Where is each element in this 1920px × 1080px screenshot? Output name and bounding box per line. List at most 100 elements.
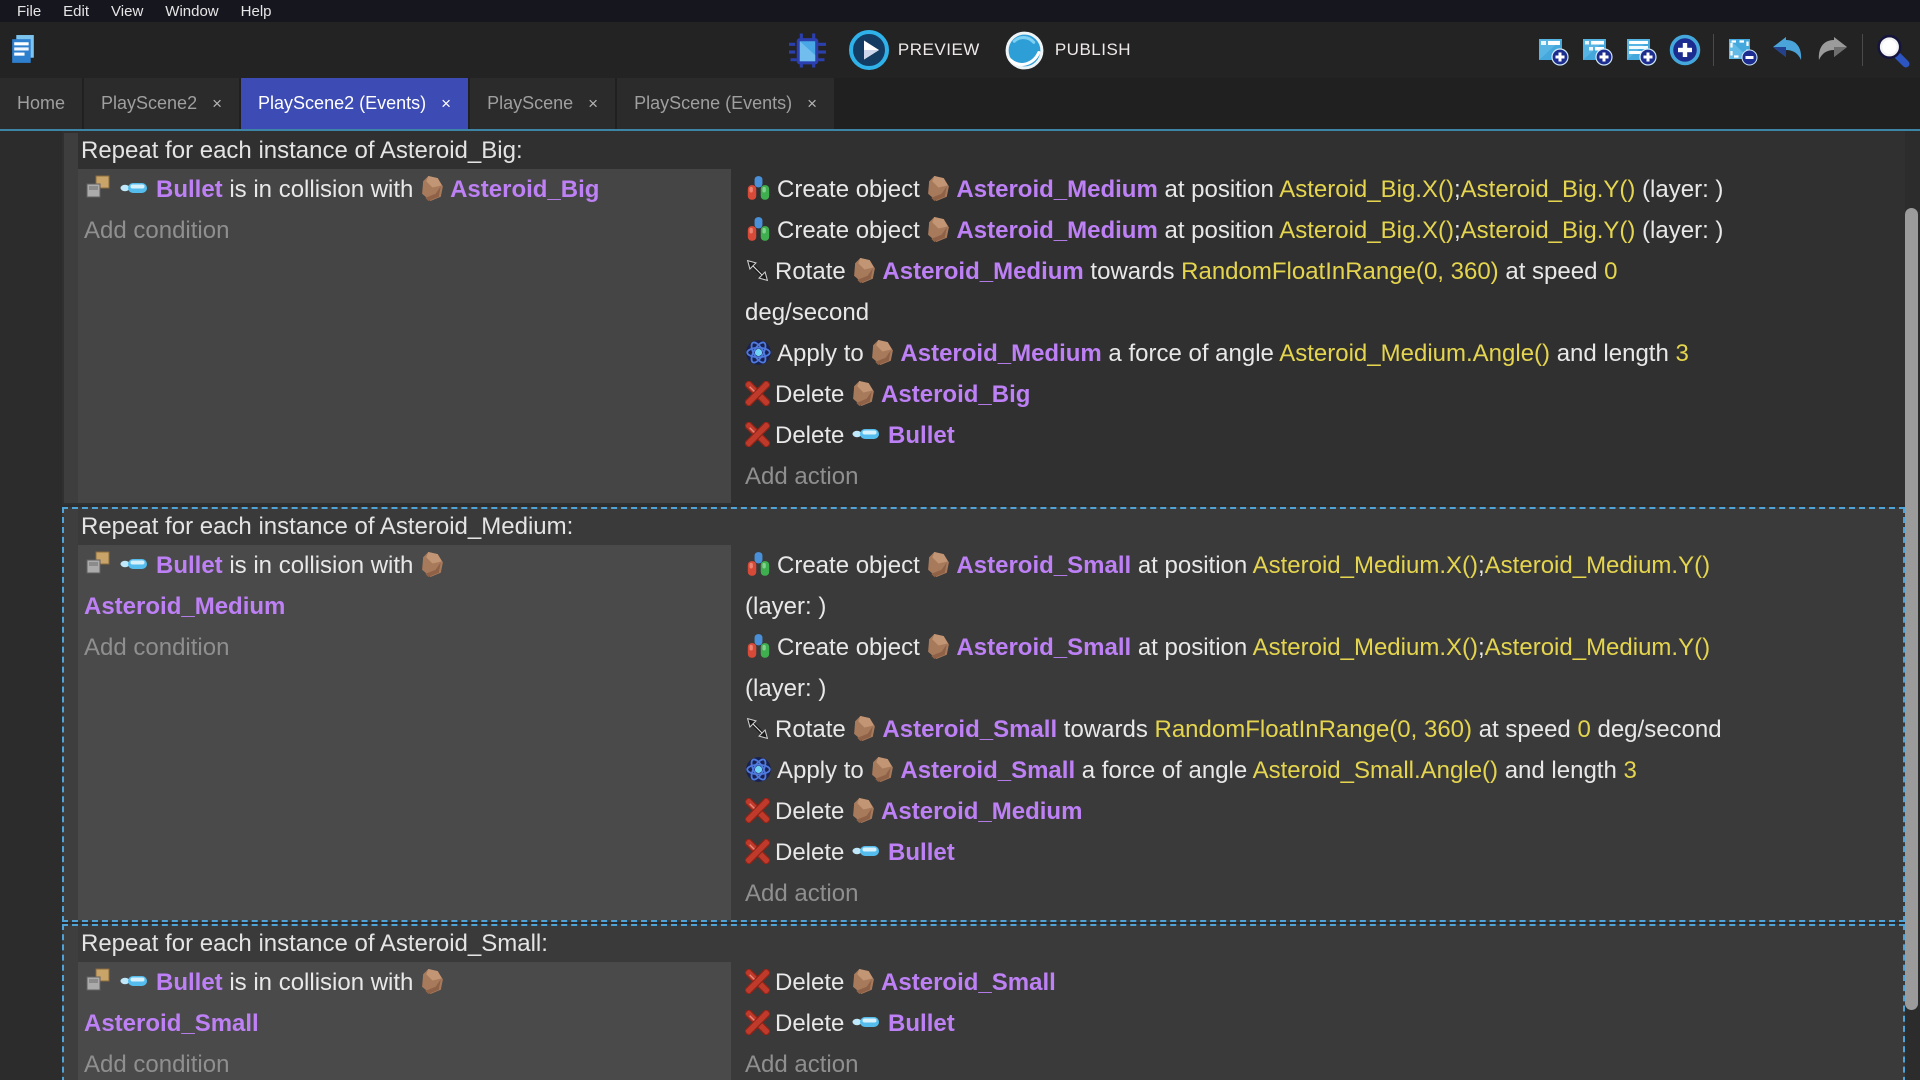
action[interactable]: Apply to Asteroid_Small a force of angle… — [745, 750, 1895, 791]
action[interactable]: Apply to Asteroid_Medium a force of angl… — [745, 333, 1895, 374]
tab-home[interactable]: Home — [0, 78, 82, 129]
action[interactable]: Delete Asteroid_Small — [745, 962, 1895, 1003]
event-drag-handle[interactable] — [64, 926, 78, 1080]
text-segment: Asteroid_Medium.Angle() — [1279, 340, 1550, 367]
condition[interactable]: Bullet is in collision with Asteroid_Med… — [84, 545, 723, 627]
add-comment-icon[interactable] — [1625, 34, 1657, 66]
conditions-column: Bullet is in collision with Asteroid_Big… — [78, 169, 731, 503]
condition[interactable]: Bullet is in collision with Asteroid_Sma… — [84, 962, 723, 1044]
tab-bar: HomePlayScene2×PlayScene2 (Events)×PlayS… — [0, 78, 1920, 131]
asteroid-icon — [851, 797, 876, 824]
condition[interactable]: Bullet is in collision with Asteroid_Big — [84, 169, 723, 210]
event-block[interactable]: Repeat for each instance of Asteroid_Med… — [62, 507, 1905, 922]
asteroid-icon — [851, 380, 876, 407]
tab-close-icon[interactable]: × — [212, 94, 222, 114]
app-icon[interactable] — [8, 34, 39, 67]
action[interactable]: Rotate Asteroid_Medium towards RandomFlo… — [745, 251, 1895, 333]
text-segment: (layer: ) — [745, 675, 826, 702]
create-icon — [745, 633, 772, 660]
publish-label: PUBLISH — [1055, 40, 1131, 60]
action[interactable]: Delete Bullet — [745, 832, 1895, 873]
create-icon — [745, 551, 772, 578]
add-subevent-icon[interactable] — [1581, 34, 1613, 66]
action[interactable]: Create object Asteroid_Small at position… — [745, 545, 1895, 627]
text-segment: Delete — [775, 422, 851, 449]
add-condition-button[interactable]: Add condition — [84, 210, 723, 251]
preview-button[interactable]: PREVIEW — [848, 29, 980, 71]
add-condition-button[interactable]: Add condition — [84, 1044, 723, 1080]
text-segment: Asteroid_Medium.Y() — [1485, 552, 1710, 579]
text-segment: Asteroid_Big — [450, 176, 599, 203]
publish-globe-icon — [1002, 28, 1047, 73]
add-new-icon[interactable] — [1669, 34, 1701, 66]
text-segment: Asteroid_Medium — [84, 593, 285, 620]
event-header[interactable]: Repeat for each instance of Asteroid_Med… — [78, 509, 1903, 545]
actions-column: Create object Asteroid_Small at position… — [731, 545, 1903, 920]
create-icon — [745, 175, 772, 202]
add-condition-button[interactable]: Add condition — [84, 627, 723, 668]
text-segment: Asteroid_Small — [956, 634, 1131, 661]
vertical-scrollbar[interactable] — [1905, 208, 1918, 1010]
tab-playscene-events[interactable]: PlayScene (Events)× — [617, 78, 834, 129]
add-action-button[interactable]: Add action — [745, 456, 1895, 497]
action[interactable]: Create object Asteroid_Medium at positio… — [745, 169, 1895, 210]
add-action-button[interactable]: Add action — [745, 1044, 1895, 1080]
menu-item-window[interactable]: Window — [154, 3, 229, 20]
menu-item-file[interactable]: File — [6, 3, 52, 20]
text-segment: Asteroid_Medium — [900, 340, 1101, 367]
menu-item-view[interactable]: View — [100, 3, 154, 20]
add-action-button[interactable]: Add action — [745, 873, 1895, 914]
action[interactable]: Rotate Asteroid_Small towards RandomFloa… — [745, 709, 1895, 750]
toolbar: PREVIEW PUBLISH — [0, 22, 1920, 78]
collision-icon — [84, 551, 114, 577]
action[interactable]: Create object Asteroid_Medium at positio… — [745, 210, 1895, 251]
text-segment: Asteroid_Big.Y() — [1461, 217, 1636, 244]
action[interactable]: Delete Bullet — [745, 1003, 1895, 1044]
action[interactable]: Create object Asteroid_Small at position… — [745, 627, 1895, 709]
bullet-icon — [119, 179, 151, 197]
text-segment: Asteroid_Medium — [881, 798, 1082, 825]
event-header[interactable]: Repeat for each instance of Asteroid_Sma… — [78, 926, 1903, 962]
action[interactable]: Delete Asteroid_Medium — [745, 791, 1895, 832]
text-segment: Delete — [775, 381, 851, 408]
search-icon[interactable] — [1875, 33, 1910, 68]
event-drag-handle[interactable] — [64, 133, 78, 503]
menu-item-help[interactable]: Help — [230, 3, 283, 20]
text-segment: at position — [1131, 634, 1252, 661]
delete-icon — [745, 969, 770, 994]
text-segment: Asteroid_Small — [881, 969, 1056, 996]
text-segment: ; — [1478, 552, 1485, 579]
text-segment: ; — [1454, 217, 1461, 244]
text-segment: is in collision with — [223, 176, 420, 203]
tab-close-icon[interactable]: × — [441, 94, 451, 114]
text-segment: 0 — [1577, 716, 1590, 743]
publish-button[interactable]: PUBLISH — [1002, 28, 1131, 73]
tab-playscene2[interactable]: PlayScene2× — [84, 78, 239, 129]
event-header[interactable]: Repeat for each instance of Asteroid_Big… — [78, 133, 1903, 169]
event-drag-handle[interactable] — [64, 509, 78, 920]
text-segment: Asteroid_Medium.X() — [1253, 552, 1478, 579]
tab-playscene[interactable]: PlayScene× — [470, 78, 615, 129]
undo-icon[interactable] — [1770, 34, 1804, 66]
redo-icon[interactable] — [1816, 34, 1850, 66]
text-segment: RandomFloatInRange(0, 360) — [1181, 258, 1499, 285]
event-block[interactable]: Repeat for each instance of Asteroid_Sma… — [62, 924, 1905, 1080]
collision-icon — [84, 175, 114, 201]
tab-close-icon[interactable]: × — [807, 94, 817, 114]
text-segment: at position — [1158, 217, 1279, 244]
asteroid-icon — [852, 715, 877, 742]
action[interactable]: Delete Asteroid_Big — [745, 374, 1895, 415]
text-segment: Asteroid_Big.X() — [1279, 217, 1454, 244]
unselect-icon[interactable] — [1726, 34, 1758, 66]
text-segment: Delete — [775, 798, 851, 825]
action[interactable]: Delete Bullet — [745, 415, 1895, 456]
bullet-icon — [851, 425, 883, 443]
event-block[interactable]: Repeat for each instance of Asteroid_Big… — [62, 131, 1905, 505]
tab-playscene2-events[interactable]: PlayScene2 (Events)× — [241, 78, 468, 129]
debug-icon[interactable] — [789, 32, 826, 69]
menu-item-edit[interactable]: Edit — [52, 3, 100, 20]
text-segment: Asteroid_Small.Angle() — [1253, 757, 1498, 784]
add-event-icon[interactable] — [1537, 34, 1569, 66]
tab-close-icon[interactable]: × — [588, 94, 598, 114]
asteroid-icon — [870, 756, 895, 783]
